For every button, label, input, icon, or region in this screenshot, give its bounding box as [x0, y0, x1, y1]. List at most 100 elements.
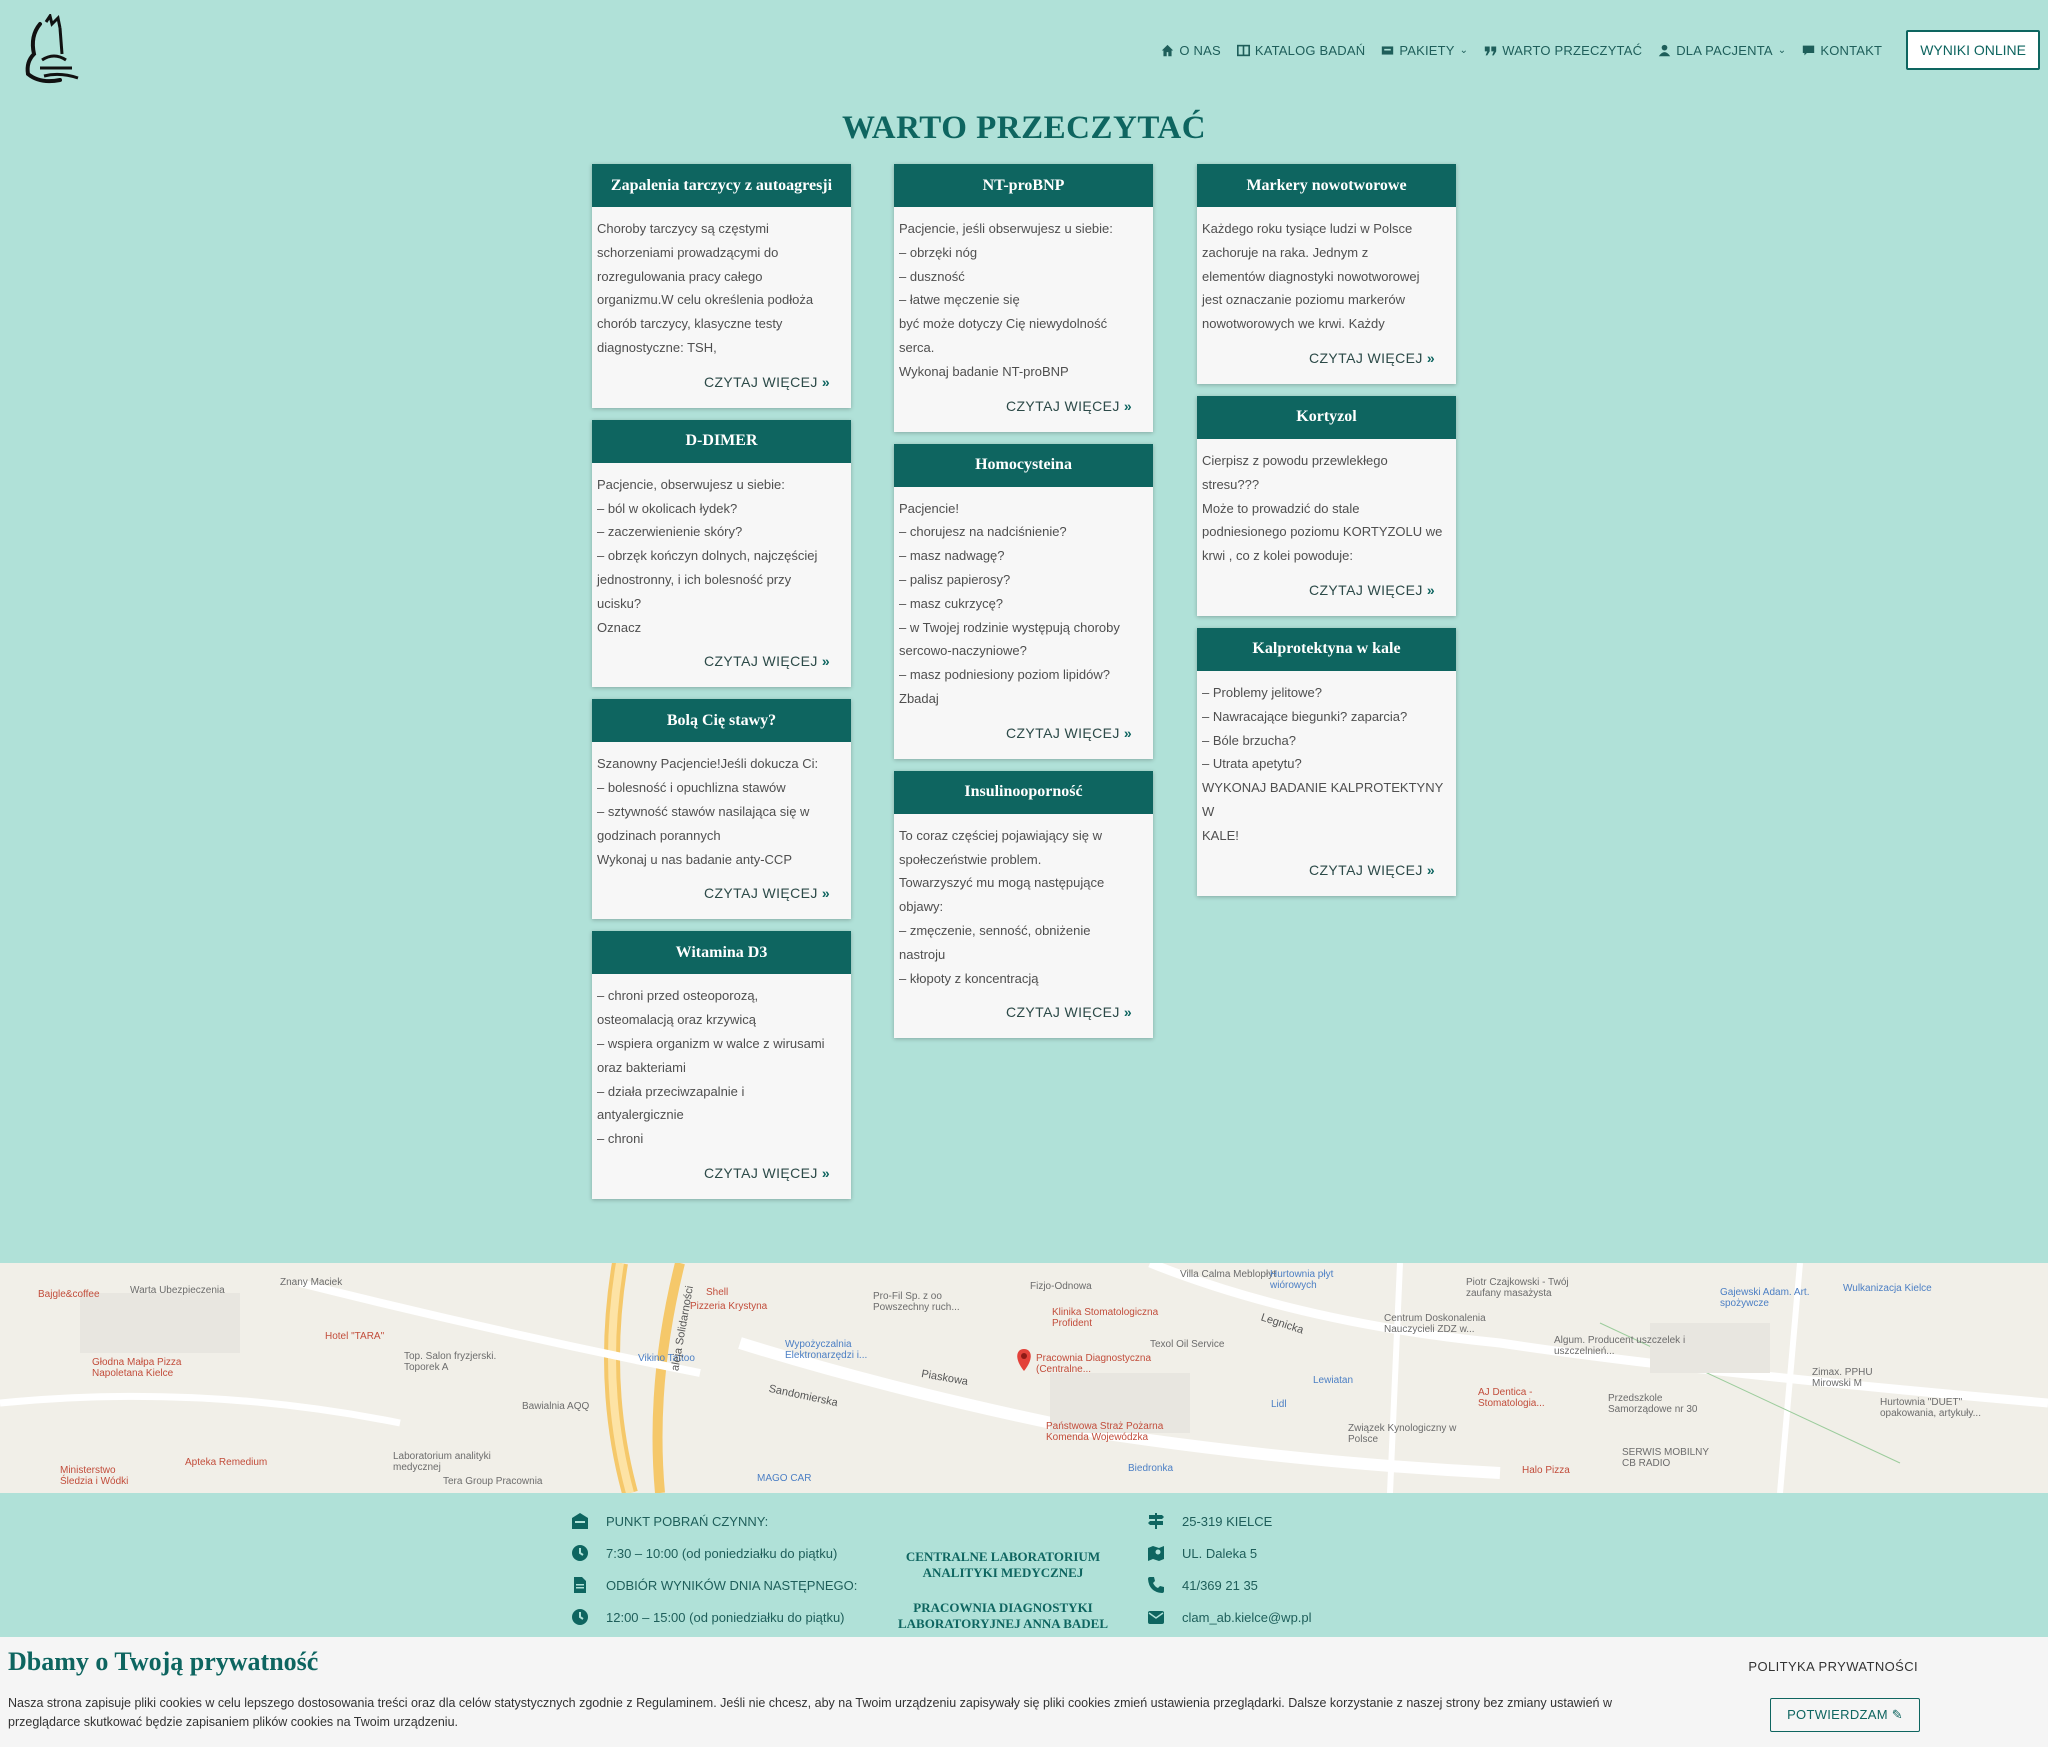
privacy-policy-link[interactable]: POLITYKA PRYWATNOŚCI — [1748, 1659, 1918, 1674]
excerpt-line: jednostronny, i ich bolesność przy — [597, 571, 792, 587]
map-label: Warta Ubezpieczenia — [130, 1285, 225, 1296]
site-footer: PUNKT POBRAŃ CZYNNY: 7:30 – 10:00 (od po… — [0, 1493, 2048, 1637]
read-more-link[interactable]: CZYTAJ WIĘCEJ» — [894, 725, 1153, 759]
article-excerpt: – chroni przed osteoporozą, osteomalacją … — [592, 974, 851, 1163]
article-title[interactable]: D-DIMER — [592, 419, 851, 463]
map-label: MAGO CAR — [757, 1473, 812, 1484]
article-title[interactable]: NT-proBNP — [894, 164, 1153, 207]
home-icon — [1162, 44, 1174, 56]
footer-address: UL. Daleka 5 — [1147, 1544, 1257, 1562]
footer-hours-heading: PUNKT POBRAŃ CZYNNY: — [571, 1512, 768, 1530]
map-label: Biedronka — [1128, 1463, 1174, 1474]
read-more-link[interactable]: CZYTAJ WIĘCEJ» — [1197, 350, 1456, 384]
map-label: Tera Group Pracownia — [443, 1476, 543, 1487]
excerpt-line: serca. — [899, 339, 935, 355]
signpost-icon — [1148, 1513, 1164, 1529]
article-card: Zapalenia tarczycy z autoagresji Choroby … — [592, 164, 851, 408]
map-label: Algum. Producent uszczelek i uszczelnień… — [1554, 1335, 1686, 1357]
map-label: Lidl — [1271, 1399, 1287, 1410]
nav-kontakt[interactable]: KONTAKT — [1802, 43, 1882, 58]
excerpt-line: chorób tarczycy, klasyczne testy — [597, 316, 783, 332]
excerpt-line: – masz podniesiony poziom lipidów? — [899, 667, 1111, 683]
read-more-link[interactable]: CZYTAJ WIĘCEJ» — [592, 653, 851, 687]
main-nav: O NAS KATALOG BADAŃ PAKIETY ⌄ WARTO PRZE… — [1145, 30, 2040, 70]
article-title[interactable]: Witamina D3 — [592, 931, 851, 975]
nav-katalog-badan[interactable]: KATALOG BADAŃ — [1236, 43, 1365, 58]
map-label: Pizzeria Krystyna — [690, 1301, 768, 1312]
location-map[interactable]: Bajgle&coffee Warta Ubezpieczenia Znany … — [0, 1263, 2048, 1493]
map-label: Fizjo-Odnowa — [1030, 1281, 1092, 1292]
article-title[interactable]: Markery nowotworowe — [1197, 164, 1456, 207]
excerpt-line: – obrzęki nóg — [899, 244, 978, 260]
articles-column-3: Markery nowotworowe Każdego roku tysiące … — [1197, 164, 1456, 908]
nav-o-nas[interactable]: O NAS — [1161, 43, 1221, 58]
read-more-link[interactable]: CZYTAJ WIĘCEJ» — [894, 1004, 1153, 1038]
articles-column-2: NT-proBNP Pacjencie, jeśli obserwujesz u … — [894, 164, 1153, 1050]
article-title[interactable]: Homocysteina — [894, 443, 1153, 487]
excerpt-line: stresu??? — [1202, 476, 1260, 492]
footer-results-heading: ODBIÓR WYNIKÓW DNIA NASTĘPNEGO: — [571, 1576, 857, 1594]
map-label: Pro-Fil Sp. z oo Powszechny ruch... — [873, 1291, 960, 1313]
double-chevron-right-icon: » — [1426, 349, 1435, 366]
map-label: SERWIS MOBILNY CB RADIO — [1622, 1447, 1709, 1469]
cookie-title: Dbamy o Twoją prywatność — [8, 1647, 319, 1676]
cookie-confirm-button[interactable]: POTWIERDZAM ✎ — [1770, 1698, 1920, 1732]
article-title[interactable]: Kortyzol — [1197, 395, 1456, 439]
excerpt-line: – w Twojej rodzinie występują choroby — [899, 619, 1120, 635]
article-card: Witamina D3 – chroni przed osteoporozą, os… — [592, 931, 851, 1199]
article-title[interactable]: Insulinooporność — [894, 770, 1153, 814]
read-more-link[interactable]: CZYTAJ WIĘCEJ» — [1197, 582, 1456, 616]
excerpt-line: jest oznaczanie poziomu markerów — [1202, 292, 1406, 308]
read-more-link[interactable]: CZYTAJ WIĘCEJ» — [592, 374, 851, 408]
map-label: Halo Pizza — [1522, 1465, 1570, 1476]
excerpt-line: – bolesność i opuchlizna stawów — [597, 780, 786, 796]
map-label: Villa Calma Meblopłyt — [1180, 1269, 1276, 1280]
article-title[interactable]: Bolą Cię stawy? — [592, 699, 851, 743]
wyniki-online-button[interactable]: WYNIKI ONLINE — [1906, 30, 2040, 70]
excerpt-line: zachoruje na raka. Jednym z — [1202, 244, 1369, 260]
map-label: Wypożyczalnia Elektronarzędzi i... — [785, 1339, 868, 1361]
book-icon — [1236, 44, 1250, 56]
excerpt-line: rozregulowania pracy całego — [597, 268, 763, 284]
double-chevron-right-icon: » — [1426, 861, 1435, 878]
excerpt-line: – duszność — [899, 268, 965, 284]
article-excerpt: – Problemy jelitowe? – Nawracające biegun… — [1197, 671, 1456, 860]
article-excerpt: Pacjencie, obserwujesz u siebie: – ból w … — [592, 463, 851, 652]
double-chevron-right-icon: » — [1123, 1004, 1132, 1021]
excerpt-line: – łatwe męczenie się — [899, 292, 1020, 308]
excerpt-line: – masz nadwagę? — [899, 548, 1005, 564]
clock-icon — [572, 1609, 588, 1625]
nav-warto-przeczytac[interactable]: WARTO PRZECZYTAĆ — [1484, 43, 1642, 58]
map-label: Hurtownia płyt wiórowych — [1270, 1269, 1334, 1291]
excerpt-line: nowotworowych we krwi. Każdy — [1202, 316, 1385, 332]
map-marker-icon[interactable] — [1017, 1349, 1031, 1371]
nav-dla-pacjenta[interactable]: DLA PACJENTA ⌄ — [1658, 43, 1786, 58]
footer-email[interactable]: clam_ab.kielce@wp.pl — [1147, 1608, 1312, 1626]
edit-icon: ✎ — [1891, 1707, 1903, 1722]
map-label: Top. Salon fryzjerski. Toporek A — [404, 1351, 497, 1373]
article-card: Markery nowotworowe Każdego roku tysiące … — [1197, 164, 1456, 384]
chevron-down-icon: ⌄ — [1777, 44, 1787, 56]
excerpt-line: Oznacz — [597, 619, 642, 635]
article-excerpt: Choroby tarczycy są częstymi schorzeniami… — [592, 207, 851, 372]
nav-pakiety[interactable]: PAKIETY ⌄ — [1381, 43, 1468, 58]
mail-icon — [1148, 1611, 1164, 1624]
article-excerpt: Pacjencie! – chorujesz na nadciśnienie? – … — [894, 487, 1153, 723]
footer-phone[interactable]: 41/369 21 35 — [1147, 1576, 1258, 1594]
read-more-link[interactable]: CZYTAJ WIĘCEJ» — [592, 885, 851, 919]
map-label: Laboratorium analityki medycznej — [393, 1451, 491, 1473]
excerpt-line: Cierpisz z powodu przewlekłego — [1202, 452, 1388, 468]
read-more-link[interactable]: CZYTAJ WIĘCEJ» — [894, 398, 1153, 432]
phone-icon — [1148, 1577, 1164, 1593]
read-more-link[interactable]: CZYTAJ WIĘCEJ» — [1197, 862, 1456, 896]
article-excerpt: To coraz częściej pojawiający się w społe… — [894, 814, 1153, 1003]
read-more-link[interactable]: CZYTAJ WIĘCEJ» — [592, 1165, 851, 1199]
package-icon — [1382, 45, 1394, 55]
article-title[interactable]: Zapalenia tarczycy z autoagresji — [592, 164, 851, 207]
article-title[interactable]: Kalprotektyna w kale — [1197, 627, 1456, 671]
article-card: Kortyzol Cierpisz z powodu przewlekłego st… — [1197, 395, 1456, 616]
site-logo[interactable] — [20, 12, 84, 90]
excerpt-line: Szanowny Pacjencie!Jeśli dokucza Ci: — [597, 756, 819, 772]
excerpt-line: – palisz papierosy? — [899, 571, 1011, 587]
excerpt-line: – chroni — [597, 1131, 644, 1147]
